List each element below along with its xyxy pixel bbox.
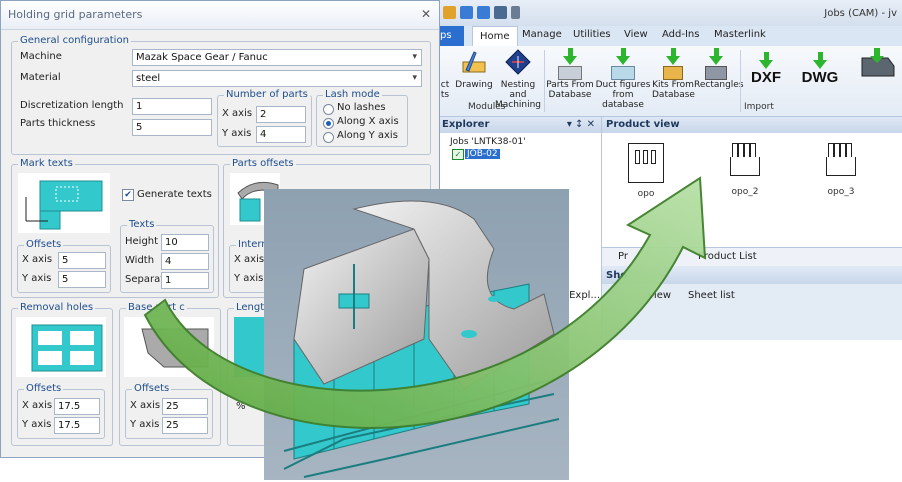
- green-arrow-icon: [143, 176, 707, 429]
